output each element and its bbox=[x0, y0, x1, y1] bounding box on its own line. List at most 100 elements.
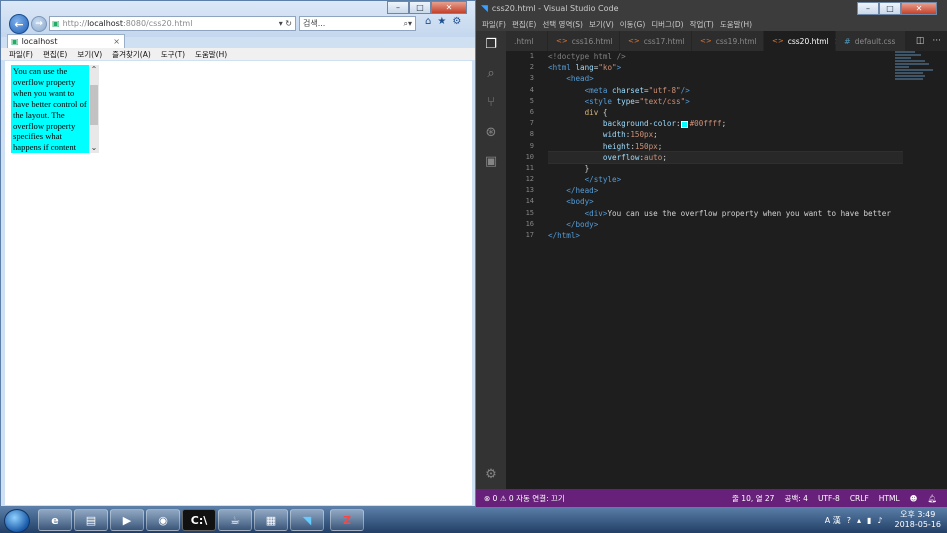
maximize-button[interactable]: □ bbox=[409, 1, 431, 14]
minimize-button[interactable]: – bbox=[857, 2, 879, 15]
code-line: height:150px; bbox=[602, 141, 663, 151]
line-number: 7 bbox=[529, 119, 534, 128]
menu-view[interactable]: 보기(V) bbox=[77, 49, 102, 60]
media-player-taskbar-icon[interactable]: ▶ bbox=[110, 509, 144, 531]
overflow-div[interactable]: You can use the overflow property when y… bbox=[11, 65, 95, 153]
tab-label: css16.html bbox=[571, 36, 613, 46]
code-line: <!doctype html /> bbox=[548, 52, 626, 61]
tab-css20[interactable]: <>css20.html✕ bbox=[764, 31, 841, 51]
system-tray: A 漢 ? ▴ ▮ ♪ 오후 3:49 2018-05-16 bbox=[825, 509, 941, 531]
status-problems[interactable]: ⊗ 0 ⚠ 0 자동 연결: 끄기 bbox=[484, 493, 565, 504]
vscode-menubar: 파일(F) 편집(E) 선택 영역(S) 보기(V) 이동(G) 디버그(D) … bbox=[476, 17, 947, 31]
scroll-down-icon[interactable]: ⌄ bbox=[89, 143, 99, 153]
browser-window: – □ ✕ ← → ▣ http://localhost:8080/css20.… bbox=[0, 0, 476, 507]
status-cursor-position[interactable]: 줄 10, 열 27 bbox=[732, 493, 774, 504]
menu-file[interactable]: 파일(F) bbox=[482, 19, 506, 30]
menu-selection[interactable]: 선택 영역(S) bbox=[542, 19, 583, 30]
feedback-smiley-icon[interactable]: ☻ bbox=[910, 494, 918, 503]
start-button[interactable] bbox=[4, 509, 30, 533]
vscode-taskbar-icon[interactable]: ◥ bbox=[290, 509, 324, 531]
settings-gear-icon[interactable]: ⚙ bbox=[452, 16, 461, 27]
activity-bar: ❐ ⌕ ⑂ ⊛ ▣ ⚙ bbox=[476, 31, 506, 489]
tab-close-icon[interactable]: × bbox=[113, 37, 120, 46]
menu-tasks[interactable]: 작업(T) bbox=[690, 19, 714, 30]
line-number: 11 bbox=[525, 163, 534, 172]
div-scrollbar[interactable]: ⌃ ⌄ bbox=[89, 65, 99, 153]
browser-toolbar-icons: ⌂ ★ ⚙ bbox=[425, 16, 461, 27]
app-taskbar-icon[interactable]: ▦ bbox=[254, 509, 288, 531]
search-box[interactable]: 검색... ⌕▾ bbox=[299, 16, 416, 31]
home-icon[interactable]: ⌂ bbox=[425, 16, 431, 27]
code-line: <body> bbox=[566, 197, 594, 207]
menu-view[interactable]: 보기(V) bbox=[589, 19, 614, 30]
scroll-thumb[interactable] bbox=[90, 85, 98, 125]
volume-icon[interactable]: ♪ bbox=[877, 516, 882, 525]
tab-label: css20.html bbox=[787, 36, 829, 46]
network-icon[interactable]: ▮ bbox=[867, 516, 871, 525]
notification-bell-icon[interactable]: 🔔︎ bbox=[927, 494, 937, 503]
close-button[interactable]: ✕ bbox=[431, 1, 467, 14]
tray-expand-icon[interactable]: ▴ bbox=[857, 516, 861, 525]
color-swatch[interactable] bbox=[680, 120, 688, 128]
split-editor-icon[interactable]: ◫ bbox=[916, 36, 925, 46]
search-icon[interactable]: ⌕ bbox=[483, 66, 499, 82]
menu-file[interactable]: 파일(F) bbox=[9, 49, 33, 60]
debug-icon[interactable]: ⊛ bbox=[483, 125, 499, 141]
tab-css16[interactable]: <> css16.html bbox=[548, 31, 620, 51]
menu-debug[interactable]: 디버그(D) bbox=[651, 19, 683, 30]
line-number: 15 bbox=[525, 208, 534, 217]
menu-edit[interactable]: 편집(E) bbox=[512, 19, 536, 30]
minimize-button[interactable]: – bbox=[387, 1, 409, 14]
chrome-taskbar-icon[interactable]: ◉ bbox=[146, 509, 180, 531]
explorer-folder-taskbar-icon[interactable]: ▤ bbox=[74, 509, 108, 531]
code-line: </head> bbox=[566, 186, 599, 196]
favorites-star-icon[interactable]: ★ bbox=[437, 16, 446, 27]
back-arrow-icon: ← bbox=[14, 17, 24, 31]
ie-taskbar-icon[interactable]: e bbox=[38, 509, 72, 531]
refresh-icon[interactable]: ▾ ↻ bbox=[279, 19, 292, 28]
taskbar: e ▤ ▶ ◉ C:\ ☕︎ ▦ ◥ Z A 漢 ? ▴ ▮ ♪ 오후 3:49… bbox=[0, 507, 947, 533]
ime-indicator[interactable]: A 漢 bbox=[825, 515, 841, 526]
more-actions-icon[interactable]: ··· bbox=[932, 36, 941, 46]
menu-tools[interactable]: 도구(T) bbox=[161, 49, 185, 60]
explorer-files-icon[interactable]: ❐ bbox=[483, 37, 499, 53]
back-button[interactable]: ← bbox=[9, 14, 29, 34]
tab-css17[interactable]: <> css17.html bbox=[620, 31, 692, 51]
close-button[interactable]: ✕ bbox=[901, 2, 937, 15]
code-line: width:150px; bbox=[602, 130, 658, 140]
java-taskbar-icon[interactable]: ☕︎ bbox=[218, 509, 252, 531]
status-language[interactable]: HTML bbox=[879, 494, 900, 503]
tab-localhost[interactable]: ▣ localhost × bbox=[7, 34, 125, 48]
status-indentation[interactable]: 공백: 4 bbox=[784, 493, 807, 504]
tab-default-css[interactable]: # default.css bbox=[836, 31, 906, 51]
search-icon[interactable]: ⌕▾ bbox=[404, 19, 413, 29]
html-file-icon: <> bbox=[556, 37, 568, 45]
filezilla-taskbar-icon[interactable]: Z bbox=[330, 509, 364, 531]
address-bar[interactable]: ▣ http://localhost:8080/css20.html ▾ ↻ bbox=[49, 16, 296, 31]
settings-gear-icon[interactable]: ⚙ bbox=[483, 467, 499, 483]
clock[interactable]: 오후 3:49 2018-05-16 bbox=[895, 510, 942, 530]
terminal-taskbar-icon[interactable]: C:\ bbox=[182, 509, 216, 531]
code-line: </body> bbox=[566, 219, 599, 229]
maximize-button[interactable]: □ bbox=[879, 2, 901, 15]
status-eol[interactable]: CRLF bbox=[850, 494, 869, 503]
help-icon[interactable]: ? bbox=[847, 516, 851, 525]
menu-edit[interactable]: 편집(E) bbox=[43, 49, 67, 60]
source-control-icon[interactable]: ⑂ bbox=[483, 95, 499, 111]
menu-help[interactable]: 도움말(H) bbox=[195, 49, 227, 60]
tab-css19[interactable]: <> css19.html bbox=[692, 31, 764, 51]
menu-go[interactable]: 이동(G) bbox=[620, 19, 645, 30]
page-icon: ▣ bbox=[11, 37, 19, 46]
status-encoding[interactable]: UTF-8 bbox=[818, 494, 840, 503]
extensions-icon[interactable]: ▣ bbox=[483, 154, 499, 170]
scroll-up-icon[interactable]: ⌃ bbox=[89, 65, 99, 75]
menu-help[interactable]: 도움말(H) bbox=[720, 19, 752, 30]
html-file-icon: <> bbox=[772, 37, 784, 45]
line-number: 13 bbox=[525, 186, 534, 195]
code-line: background-color: #00ffff; bbox=[602, 119, 727, 129]
forward-button[interactable]: → bbox=[31, 16, 47, 32]
tab-html[interactable]: .html bbox=[506, 31, 548, 51]
menu-favorites[interactable]: 즐겨찾기(A) bbox=[112, 49, 151, 60]
code-editor[interactable]: 1 2 3 4 5 6 7 8 9 10 11 12 13 14 15 16 1… bbox=[506, 51, 947, 489]
minimap[interactable] bbox=[895, 51, 939, 91]
